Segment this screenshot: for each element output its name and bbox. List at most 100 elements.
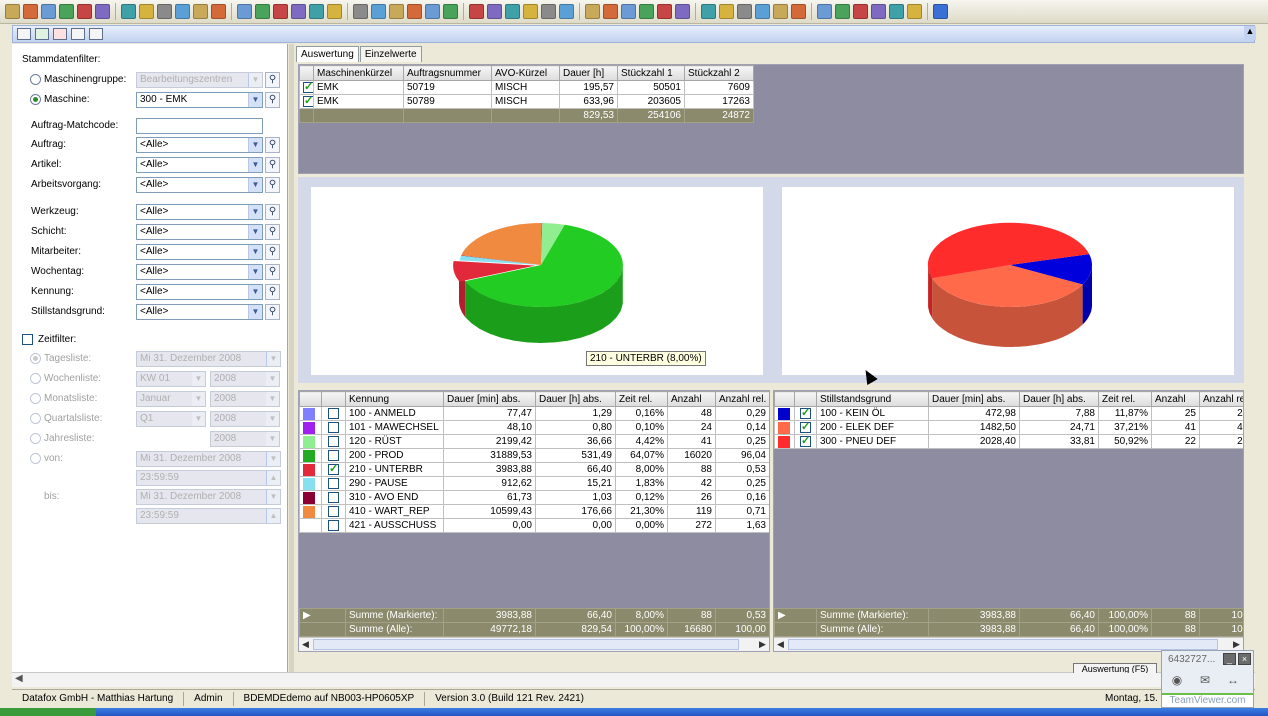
table-row[interactable]: 290 - PAUSE 912,62 15,21 1,83% 42 0,25 (299, 476, 769, 491)
toolbar-tool-u-icon[interactable] (389, 4, 404, 19)
radio-maschine[interactable] (30, 94, 41, 105)
search-icon[interactable]: ⚲ (265, 304, 280, 320)
column-header[interactable]: Anzahl (667, 391, 716, 407)
column-header[interactable]: Anzahl rel. (715, 391, 769, 407)
select-bis-date[interactable]: Mi 31. Dezember 2008 ▼ (136, 489, 281, 505)
search-icon[interactable]: ⚲ (265, 264, 280, 280)
toolbar-tool-r-icon[interactable] (327, 4, 342, 19)
select-schicht[interactable]: <Alle> ▼ (136, 224, 263, 240)
select-wochenliste-year[interactable]: 2008 ▼ (210, 371, 280, 387)
column-header[interactable]: Auftragsnummer (403, 65, 492, 81)
toolbar-tool-i-icon[interactable] (157, 4, 172, 19)
zeitfilter-checkbox[interactable] (22, 334, 33, 345)
toolbar-tool-ak-icon[interactable] (701, 4, 716, 19)
scroll-right-icon[interactable]: ▶ (756, 638, 769, 651)
radio-wochenliste[interactable] (30, 373, 41, 384)
column-header[interactable]: Stillstandsgrund (816, 391, 929, 407)
table-row[interactable]: 100 - ANMELD 77,47 1,29 0,16% 48 0,29 (299, 406, 769, 421)
search-icon[interactable]: ⚲ (265, 224, 280, 240)
excel-export-icon[interactable] (35, 28, 49, 40)
column-header[interactable]: Dauer [min] abs. (928, 391, 1020, 407)
toolbar-tool-ap-icon[interactable] (791, 4, 806, 19)
tab-einzelwerte[interactable]: Einzelwerte (359, 46, 422, 62)
column-header[interactable]: Zeit rel. (615, 391, 668, 407)
column-header[interactable] (794, 391, 817, 407)
auftrag-matchcode-input[interactable] (136, 118, 263, 134)
row-select-cell[interactable] (321, 434, 346, 449)
select-tagesliste[interactable]: Mi 31. Dezember 2008 ▼ (136, 351, 281, 367)
table-row[interactable]: 120 - RÜST 2199,42 36,66 4,42% 41 0,25 (299, 434, 769, 449)
toolbar-tool-x-icon[interactable] (443, 4, 458, 19)
table-row[interactable]: EMK50719MISCH195,57505017609 (299, 80, 754, 95)
table-row[interactable]: 410 - WART_REP 10599,43 176,66 21,30% 119 0,7… (299, 504, 769, 519)
radio-monatsliste[interactable] (30, 393, 41, 404)
row-checkbox[interactable] (328, 407, 339, 419)
toolbar-tool-al-icon[interactable] (719, 4, 734, 19)
column-header[interactable] (321, 391, 346, 407)
radio-maschinengruppe[interactable] (30, 74, 41, 85)
table-row[interactable]: 310 - AVO END 61,73 1,03 0,12% 26 0,16 (299, 490, 769, 505)
toolbar-tool-af-icon[interactable] (603, 4, 618, 19)
toolbar-tool-b-icon[interactable] (23, 4, 38, 19)
select-auftrag[interactable]: <Alle> ▼ (136, 137, 263, 153)
scroll-left-icon[interactable]: ◀ (299, 638, 312, 651)
select-wochentag[interactable]: <Alle> ▼ (136, 264, 263, 280)
row-select-cell[interactable] (794, 434, 817, 449)
table-row[interactable]: 210 - UNTERBR3983,8866,408,00%880,53 (299, 462, 769, 477)
row-select-cell[interactable] (321, 420, 346, 435)
search-icon[interactable]: ⚲ (265, 284, 280, 300)
table-row[interactable]: 100 - KEIN ÖL472,987,8811,87%2528, (774, 406, 1243, 421)
row-checkbox[interactable] (328, 449, 339, 461)
table-row[interactable]: 200 - PROD 31889,53 531,49 64,07% 16020 96,04 (299, 448, 769, 463)
select-quartalsliste[interactable]: Q1 ▼ (136, 411, 206, 427)
row-select-cell[interactable] (321, 462, 346, 477)
bis-time-input[interactable]: 23:59:59 ▲ (136, 508, 281, 524)
von-time-input[interactable]: 23:59:59 ▲ (136, 470, 281, 486)
toolbar-tool-ab-icon[interactable] (523, 4, 538, 19)
row-checkbox[interactable] (303, 96, 313, 107)
help-icon[interactable] (933, 4, 948, 19)
toolbar-tool-y-icon[interactable] (469, 4, 484, 19)
pdf-export-icon[interactable] (53, 28, 67, 40)
row-checkbox[interactable] (328, 464, 339, 475)
column-header[interactable]: Stückzahl 1 (617, 65, 685, 81)
toolbar-tool-d-icon[interactable] (59, 4, 74, 19)
search-icon[interactable]: ⚲ (265, 92, 280, 108)
collapse-up-icon[interactable]: ▲ (1244, 26, 1256, 40)
select-jahresliste-year[interactable]: 2008 ▼ (210, 431, 280, 447)
select-artikel[interactable]: <Alle> ▼ (136, 157, 263, 173)
toolbar-tool-ag-icon[interactable] (621, 4, 636, 19)
radio-quartalsliste[interactable] (30, 413, 41, 424)
toolbar-tool-as-icon[interactable] (853, 4, 868, 19)
select-arbeitsvorgang[interactable]: <Alle> ▼ (136, 177, 263, 193)
column-header[interactable]: Stückzahl 2 (684, 65, 754, 81)
toolbar-tool-au-icon[interactable] (889, 4, 904, 19)
toolbar-tool-c-icon[interactable] (41, 4, 56, 19)
select-mitarbeiter[interactable]: <Alle> ▼ (136, 244, 263, 260)
column-header[interactable] (299, 391, 322, 407)
toolbar-tool-ar-icon[interactable] (835, 4, 850, 19)
column-header[interactable]: Dauer [h] (559, 65, 618, 81)
row-checkbox[interactable] (800, 422, 811, 433)
row-checkbox[interactable] (328, 505, 339, 517)
toolbar-tool-f-icon[interactable] (95, 4, 110, 19)
column-header[interactable]: Anzahl rel. (1199, 391, 1243, 407)
select-maschine[interactable]: 300 - EMK ▼ (136, 92, 263, 108)
toolbar-tool-z-icon[interactable] (487, 4, 502, 19)
row-checkbox[interactable] (800, 408, 811, 419)
column-header[interactable]: Anzahl (1151, 391, 1200, 407)
toolbar-tool-n-icon[interactable] (255, 4, 270, 19)
toolbar-tool-g-icon[interactable] (121, 4, 136, 19)
column-header[interactable]: Dauer [h] abs. (535, 391, 616, 407)
column-header[interactable]: Dauer [min] abs. (443, 391, 536, 407)
search-icon[interactable]: ⚲ (265, 244, 280, 260)
search-icon[interactable]: ⚲ (265, 137, 280, 153)
row-checkbox[interactable] (303, 82, 313, 93)
scroll-thumb[interactable] (313, 639, 739, 650)
toolbar-tool-l-icon[interactable] (211, 4, 226, 19)
row-checkbox[interactable] (328, 519, 339, 531)
row-select-cell[interactable] (321, 448, 346, 463)
kennung-hscroll[interactable]: ◀ ▶ (299, 637, 769, 651)
scroll-thumb[interactable] (788, 639, 1218, 650)
select-kennung[interactable]: <Alle> ▼ (136, 284, 263, 300)
